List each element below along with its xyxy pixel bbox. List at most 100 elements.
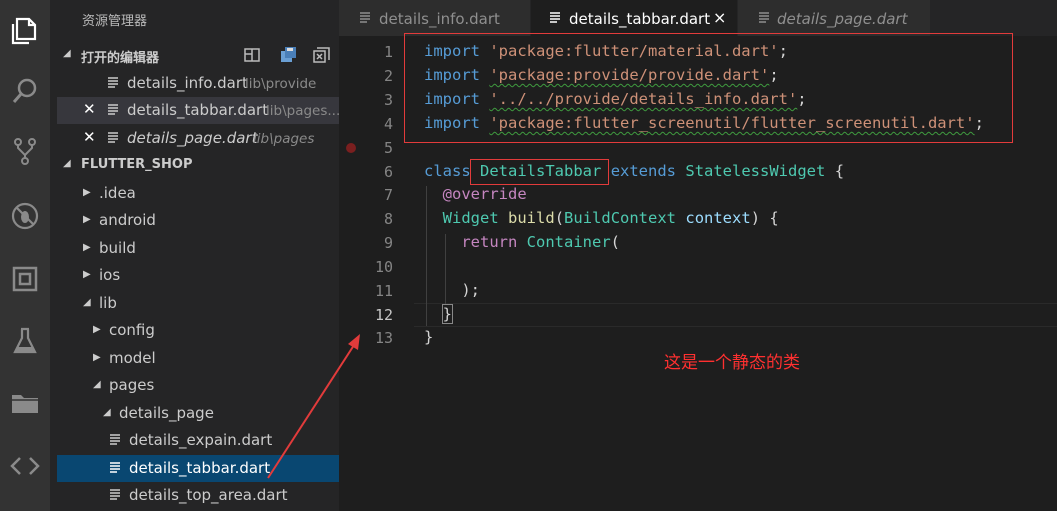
file-name: details_tabbar.dart — [127, 101, 269, 119]
imports-highlight-box — [404, 33, 1013, 143]
chevron-down-icon: ◢ — [83, 297, 91, 308]
chevron-down-icon: ◢ — [63, 158, 71, 169]
tree-item-details-top-area[interactable]: details_top_area.dart — [57, 482, 339, 509]
tab-details-tabbar[interactable]: details_tabbar.dart × — [531, 0, 737, 36]
tab-bar: details_info.dart details_tabbar.dart × … — [339, 0, 1057, 36]
tree-item-ios[interactable]: ▶ ios — [57, 262, 339, 289]
save-all-icon[interactable] — [279, 46, 297, 68]
type-name: BuildContext — [564, 209, 677, 227]
explorer-icon[interactable] — [6, 12, 44, 50]
open-editor-details-info[interactable]: details_info.dart lib\provide — [57, 70, 339, 97]
debug-icon[interactable] — [6, 197, 44, 235]
chevron-down-icon: ◢ — [93, 379, 101, 390]
file-path: lib\provide — [245, 76, 317, 92]
tree-item-label: pages — [109, 376, 155, 394]
open-editor-details-tabbar[interactable]: ✕ details_tabbar.dart lib\pages... — [57, 97, 341, 124]
tab-details-info[interactable]: details_info.dart — [339, 0, 530, 36]
close-icon[interactable]: × — [713, 8, 726, 27]
line-number: 10 — [374, 258, 393, 276]
punct: ( — [610, 233, 621, 251]
keyword: class — [424, 162, 471, 180]
tree-item-details-expain[interactable]: details_expain.dart — [57, 427, 339, 454]
close-icon[interactable]: ✕ — [83, 128, 96, 146]
punct: } — [441, 304, 454, 324]
keyword: extends — [610, 162, 677, 180]
code-line-11: ); — [424, 281, 480, 299]
tree-item-pages[interactable]: ◢ pages — [57, 372, 339, 399]
file-path: lib\pages — [253, 131, 315, 147]
file-path: lib\pages... — [266, 103, 341, 119]
type-name: StatelessWidget — [685, 162, 826, 180]
line-number: 2 — [383, 67, 393, 85]
file-lines-icon — [109, 461, 121, 478]
line-number: 6 — [383, 163, 393, 181]
tree-item-label: build — [99, 239, 136, 257]
current-line-highlight — [414, 303, 1057, 327]
type-name: Widget — [442, 209, 499, 227]
punct: { — [834, 162, 845, 180]
tree-item-label: details_tabbar.dart — [129, 459, 271, 477]
line-number: 3 — [383, 91, 393, 109]
code-line-9: return Container( — [424, 233, 620, 251]
file-lines-icon — [107, 76, 119, 94]
close-icon[interactable]: ✕ — [83, 100, 96, 118]
project-header[interactable]: ◢ FLUTTER_SHOP — [57, 152, 339, 178]
file-lines-icon — [758, 11, 770, 29]
code-line-13: } — [424, 328, 433, 346]
punct: } — [424, 328, 434, 346]
line-number: 12 — [374, 306, 393, 324]
keyword: return — [461, 233, 518, 251]
file-lines-icon — [109, 488, 121, 505]
line-number: 13 — [374, 329, 393, 347]
source-control-icon[interactable] — [6, 132, 44, 170]
annotation: @override — [442, 185, 527, 203]
search-icon[interactable] — [6, 72, 44, 110]
open-editor-details-page[interactable]: ✕ details_page.dart lib\pages — [57, 125, 339, 152]
tree-item-label: details_top_area.dart — [129, 486, 288, 504]
open-editors-label: 打开的编辑器 — [81, 51, 160, 66]
activity-bar — [0, 0, 50, 511]
breakpoint-icon[interactable] — [346, 143, 356, 153]
open-editors-header[interactable]: ◢ 打开的编辑器 — [57, 42, 339, 68]
explorer-sidebar: 资源管理器 ◢ 打开的编辑器 details_info.dart lib\pro… — [50, 0, 341, 511]
line-number: 5 — [383, 139, 393, 157]
tree-item-build[interactable]: ▶ build — [57, 235, 339, 262]
file-lines-icon — [107, 103, 119, 121]
line-number: 4 — [383, 115, 393, 133]
code-editor[interactable]: 1 2 3 4 5 6 7 8 9 10 11 12 13 import 'pa… — [339, 33, 1057, 511]
tree-item-model[interactable]: ▶ model — [57, 345, 339, 372]
tab-label: details_page.dart — [777, 10, 908, 28]
tree-item-lib[interactable]: ◢ lib — [57, 290, 339, 317]
new-file-icon[interactable] — [244, 47, 261, 68]
tree-item-label: model — [109, 349, 156, 367]
tab-details-page[interactable]: details_page.dart — [738, 0, 930, 36]
tree-item-details-page[interactable]: ◢ details_page — [57, 400, 339, 427]
close-all-icon[interactable] — [313, 47, 330, 68]
line-number: 7 — [383, 186, 393, 204]
tree-item-android[interactable]: ▶ android — [57, 207, 339, 234]
flask-icon[interactable] — [6, 322, 44, 360]
tree-item-config[interactable]: ▶ config — [57, 317, 339, 344]
file-lines-icon — [109, 433, 121, 450]
extensions-icon[interactable] — [6, 260, 44, 298]
chevron-down-icon: ◢ — [103, 407, 111, 418]
punct: ( — [554, 209, 565, 227]
line-number: 1 — [383, 43, 393, 61]
tree-item-label: lib — [99, 294, 117, 312]
sidebar-title: 资源管理器 — [82, 14, 148, 29]
punct: ); — [461, 281, 480, 299]
tree-item-label: details_page — [119, 404, 214, 422]
chevron-right-icon: ▶ — [83, 269, 91, 280]
tree-item-details-tabbar[interactable]: details_tabbar.dart — [57, 455, 339, 482]
line-number: 8 — [383, 210, 393, 228]
code-icon[interactable] — [6, 447, 44, 485]
tree-item-label: details_expain.dart — [129, 431, 273, 449]
tree-item-idea[interactable]: ▶ .idea — [57, 180, 339, 207]
param-name: context — [685, 209, 751, 227]
file-name: details_info.dart — [127, 74, 248, 92]
class-name-highlight-box — [470, 159, 609, 185]
tab-label: details_tabbar.dart — [569, 10, 711, 28]
folder-icon[interactable] — [6, 384, 44, 422]
file-lines-icon — [549, 11, 561, 29]
chevron-right-icon: ▶ — [93, 324, 101, 335]
